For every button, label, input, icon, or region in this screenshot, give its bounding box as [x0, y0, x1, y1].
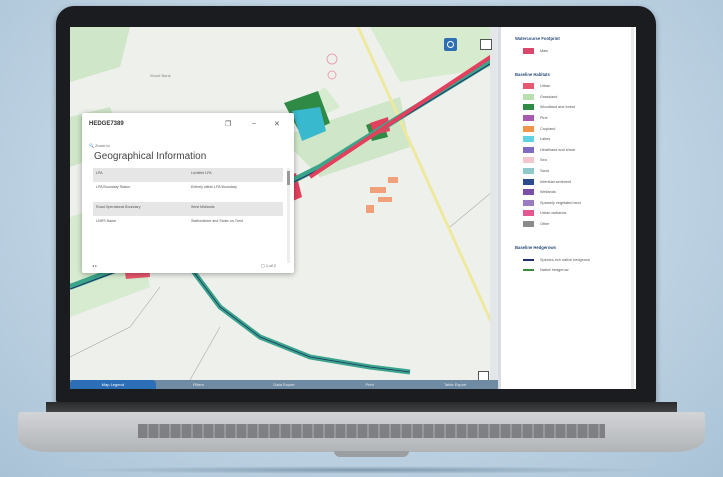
- search-icon[interactable]: [444, 38, 457, 51]
- legend-swatch: [523, 157, 534, 164]
- popup-title: HEDGE7389: [89, 121, 124, 127]
- legend-swatch: [523, 114, 534, 121]
- legend-swatch: [523, 146, 534, 153]
- legend-swatch: [523, 269, 534, 272]
- legend-item-label: Species-rich native hedgerow: [540, 257, 590, 262]
- legend-swatch: [523, 189, 534, 196]
- laptop-shadow: [60, 466, 660, 474]
- bottom-tab-bar: Map Legend Filters Data Export Print Tab…: [70, 380, 498, 389]
- legend-swatch: [523, 167, 534, 174]
- legend-swatch: [523, 210, 534, 217]
- tab-print[interactable]: Print: [327, 380, 413, 389]
- legend-group-title: Baseline Habitats: [515, 71, 550, 77]
- legend-item-label: Native hedgerow: [540, 268, 569, 273]
- legend-swatch: [523, 199, 534, 206]
- legend-swatch: [523, 83, 534, 90]
- print-icon[interactable]: [480, 39, 492, 50]
- legend-item-label: Urban wetlands: [540, 211, 567, 216]
- table-row: LPA Boundary Status Entirely within LPA …: [93, 182, 283, 202]
- keyboard: [138, 424, 605, 438]
- legend-item: Urban wetlands: [523, 210, 566, 217]
- row-key: LPA Boundary Status: [96, 185, 130, 189]
- legend-item-label: Grassland: [540, 94, 558, 99]
- legend-item: Lakes: [523, 136, 550, 143]
- legend-swatch: [523, 47, 534, 54]
- section-title: Geographical Information: [94, 151, 207, 162]
- legend-item: Woodland and forest: [523, 104, 575, 111]
- close-icon[interactable]: ✕: [274, 120, 280, 128]
- row-value: West Midlands: [191, 205, 215, 209]
- table-row: Road Operational Boundary West Midlands: [93, 202, 283, 216]
- expand-icon[interactable]: [478, 371, 489, 380]
- legend-group-title: Baseline Hedgerows: [515, 245, 556, 250]
- zoom-to-link[interactable]: 🔍 Zoom to: [89, 143, 110, 148]
- table-row: LNRS Name Staffordshire and Stoke-on-Tre…: [93, 216, 283, 236]
- legend-item: Cropland: [523, 125, 555, 132]
- dock-icon[interactable]: ❐: [225, 120, 231, 128]
- legend-swatch: [523, 125, 534, 132]
- legend-item: Pine: [523, 114, 548, 121]
- legend-scrollbar[interactable]: [631, 27, 634, 389]
- legend-item: Sparsely vegetated land: [523, 199, 581, 206]
- zoom-label: Zoom to: [95, 143, 110, 148]
- legend-item-label: Sea: [540, 158, 547, 163]
- legend-item-label: Other: [540, 221, 550, 226]
- legend-item: Intertidal sediment: [523, 178, 571, 185]
- legend-swatch: [523, 220, 534, 227]
- legend-swatch: [523, 258, 534, 261]
- legend-item: Sand: [523, 167, 549, 174]
- legend-swatch: [523, 178, 534, 185]
- legend-item-label: Heathland and shrub: [540, 147, 576, 152]
- legend-item-label: Main: [540, 48, 549, 53]
- feature-popup: HEDGE7389 ❐ – ✕ 🔍 Zoom to Geographical I…: [82, 113, 294, 273]
- attribute-table: LPA Lichfield LPA LPA Boundary Status En…: [93, 168, 283, 236]
- legend-swatch: [523, 104, 534, 111]
- legend-item: Urban: [523, 83, 550, 90]
- popup-scrollbar[interactable]: [287, 168, 290, 263]
- table-row: LPA Lichfield LPA: [93, 168, 283, 182]
- legend-item-label: Sand: [540, 168, 549, 173]
- row-value: Entirely within LPA Boundary: [191, 185, 237, 189]
- minimize-icon[interactable]: –: [252, 120, 256, 127]
- keyboard-deck: [18, 412, 705, 457]
- legend-item: Species-rich native hedgerow: [523, 256, 590, 263]
- tab-table-export[interactable]: Table Export: [412, 380, 498, 389]
- row-value: Staffordshire and Stoke-on-Trent: [191, 219, 244, 223]
- map-place-label: Wood Bank: [150, 73, 171, 78]
- legend-item: Heathland and shrub: [523, 146, 575, 153]
- row-key: LPA: [96, 171, 103, 175]
- legend-item-label: Woodland and forest: [540, 105, 575, 110]
- row-key: Road Operational Boundary: [96, 205, 141, 209]
- tab-data-export[interactable]: Data Export: [241, 380, 327, 389]
- row-value: Lichfield LPA: [191, 171, 212, 175]
- legend-item: Other: [523, 220, 550, 227]
- legend-item-label: Cropland: [540, 126, 556, 131]
- map-view[interactable]: Wood Bank HEDGE7389 ❐ – ✕ 🔍 Zoom to Geog…: [70, 27, 498, 380]
- laptop-base: [8, 402, 715, 462]
- legend-item: Native hedgerow: [523, 267, 569, 274]
- row-key: LNRS Name: [96, 219, 117, 223]
- legend-item-label: Sparsely vegetated land: [540, 200, 581, 205]
- legend-item-label: Intertidal sediment: [540, 179, 572, 184]
- opening-notch: [334, 451, 409, 457]
- legend-swatch: [523, 93, 534, 100]
- feature-count-label: 1 of 2: [265, 263, 276, 268]
- feature-count: ▢ 1 of 2: [261, 263, 276, 268]
- legend-swatch: [523, 136, 534, 143]
- laptop-screen: Wood Bank HEDGE7389 ❐ – ✕ 🔍 Zoom to Geog…: [70, 27, 636, 389]
- popup-nav-arrows[interactable]: ◂ ▸: [92, 263, 97, 268]
- legend-item: Main: [523, 47, 548, 54]
- legend-item-label: Pine: [540, 115, 548, 120]
- legend-item: Grassland: [523, 93, 557, 100]
- legend-group-title: Watercourse Footprint: [515, 36, 560, 41]
- tab-map-legend[interactable]: Map Legend: [70, 380, 156, 389]
- legend-item: Sea: [523, 157, 547, 164]
- legend-item-label: Wetlands: [540, 190, 556, 195]
- legend-item-label: Urban: [540, 84, 551, 89]
- map-legend-panel: Watercourse Footprint Main Baseline Habita…: [498, 27, 636, 389]
- tab-filters[interactable]: Filters: [156, 380, 242, 389]
- legend-item-label: Lakes: [540, 137, 551, 142]
- legend-item: Wetlands: [523, 189, 556, 196]
